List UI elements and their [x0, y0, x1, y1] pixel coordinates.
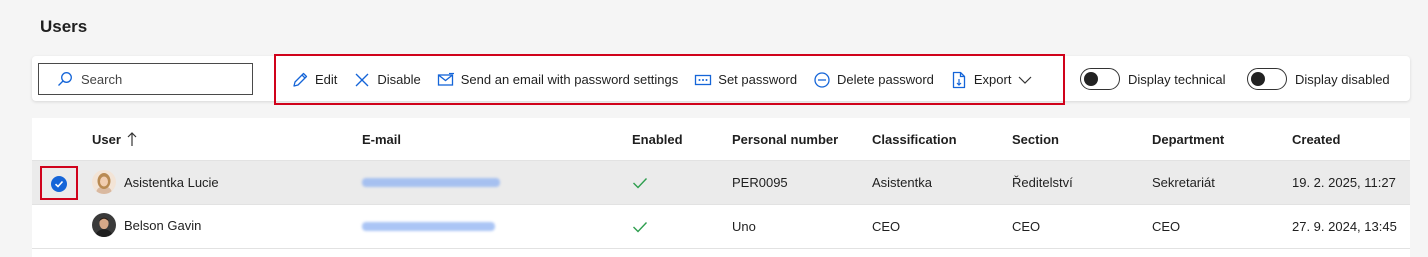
- classification: CEO: [872, 219, 901, 234]
- chevron-down-icon: [1019, 76, 1032, 84]
- x-icon: [355, 73, 369, 86]
- email-value-redacted: [362, 178, 500, 187]
- created: 19. 2. 2025, 11:27: [1292, 175, 1396, 190]
- export-label: Export: [973, 72, 1012, 87]
- page-title: Users: [40, 17, 88, 36]
- personal-number: PER0095: [732, 175, 788, 190]
- enabled-check-icon: [633, 178, 648, 189]
- disable-button[interactable]: Disable: [353, 71, 421, 89]
- search-input[interactable]: Search: [38, 63, 253, 95]
- file-export-icon: [952, 71, 966, 88]
- disable-label: Disable: [377, 72, 421, 87]
- column-header-user[interactable]: User: [92, 132, 121, 147]
- set-password-label: Set password: [718, 72, 798, 87]
- avatar: [92, 170, 116, 194]
- user-name[interactable]: Asistentka Lucie: [124, 175, 219, 190]
- toggle-label: Display technical: [1128, 71, 1226, 87]
- email-send-icon: [437, 72, 454, 86]
- user-name[interactable]: Belson Gavin: [124, 218, 201, 233]
- delete-password-button[interactable]: Delete password: [813, 71, 934, 89]
- edit-label: Edit: [315, 72, 338, 87]
- search-icon: [58, 72, 72, 86]
- toggle-display-technical[interactable]: Display technical: [1080, 68, 1226, 90]
- send-email-label: Send an email with password settings: [460, 72, 679, 87]
- column-header-department[interactable]: Department: [1152, 132, 1224, 147]
- set-password-button[interactable]: Set password: [694, 71, 797, 89]
- toggle-switch[interactable]: [1080, 68, 1120, 90]
- send-email-button[interactable]: Send an email with password settings: [437, 71, 679, 89]
- personal-number: Uno: [732, 219, 756, 234]
- section: CEO: [1012, 219, 1041, 234]
- edit-button[interactable]: Edit: [291, 71, 337, 89]
- toggle-switch[interactable]: [1247, 68, 1287, 90]
- enabled-check-icon: [633, 222, 648, 233]
- column-header-created[interactable]: Created: [1292, 132, 1340, 147]
- table-row[interactable]: [32, 205, 1410, 248]
- row-select-checkbox[interactable]: [40, 166, 78, 200]
- export-dropdown[interactable]: Export: [950, 71, 1034, 89]
- sort-ascending-icon[interactable]: [126, 131, 138, 147]
- toggle-label: Display disabled: [1295, 71, 1390, 87]
- column-header-personal-number[interactable]: Personal number: [732, 132, 838, 147]
- avatar: [92, 213, 116, 237]
- department: Sekretariát: [1152, 175, 1215, 190]
- search-placeholder: Search: [81, 71, 123, 87]
- classification: Asistentka: [872, 175, 932, 190]
- password-dots-icon: [695, 74, 712, 85]
- pencil-icon: [293, 72, 308, 87]
- department: CEO: [1152, 219, 1181, 234]
- row-divider: [32, 248, 1410, 249]
- toggle-display-disabled[interactable]: Display disabled: [1247, 68, 1390, 90]
- minus-circle-icon: [814, 71, 830, 88]
- section: Ředitelství: [1012, 175, 1073, 190]
- column-header-email[interactable]: E-mail: [362, 132, 401, 147]
- column-header-section[interactable]: Section: [1012, 132, 1059, 147]
- checkmark-icon: [51, 176, 67, 192]
- created: 27. 9. 2024, 13:45: [1292, 219, 1397, 234]
- column-header-classification[interactable]: Classification: [872, 132, 957, 147]
- delete-password-label: Delete password: [837, 72, 934, 87]
- email-value-redacted: [362, 222, 495, 231]
- actions-group: Edit Disable Send an email with password…: [274, 54, 1065, 105]
- column-header-enabled[interactable]: Enabled: [632, 132, 683, 147]
